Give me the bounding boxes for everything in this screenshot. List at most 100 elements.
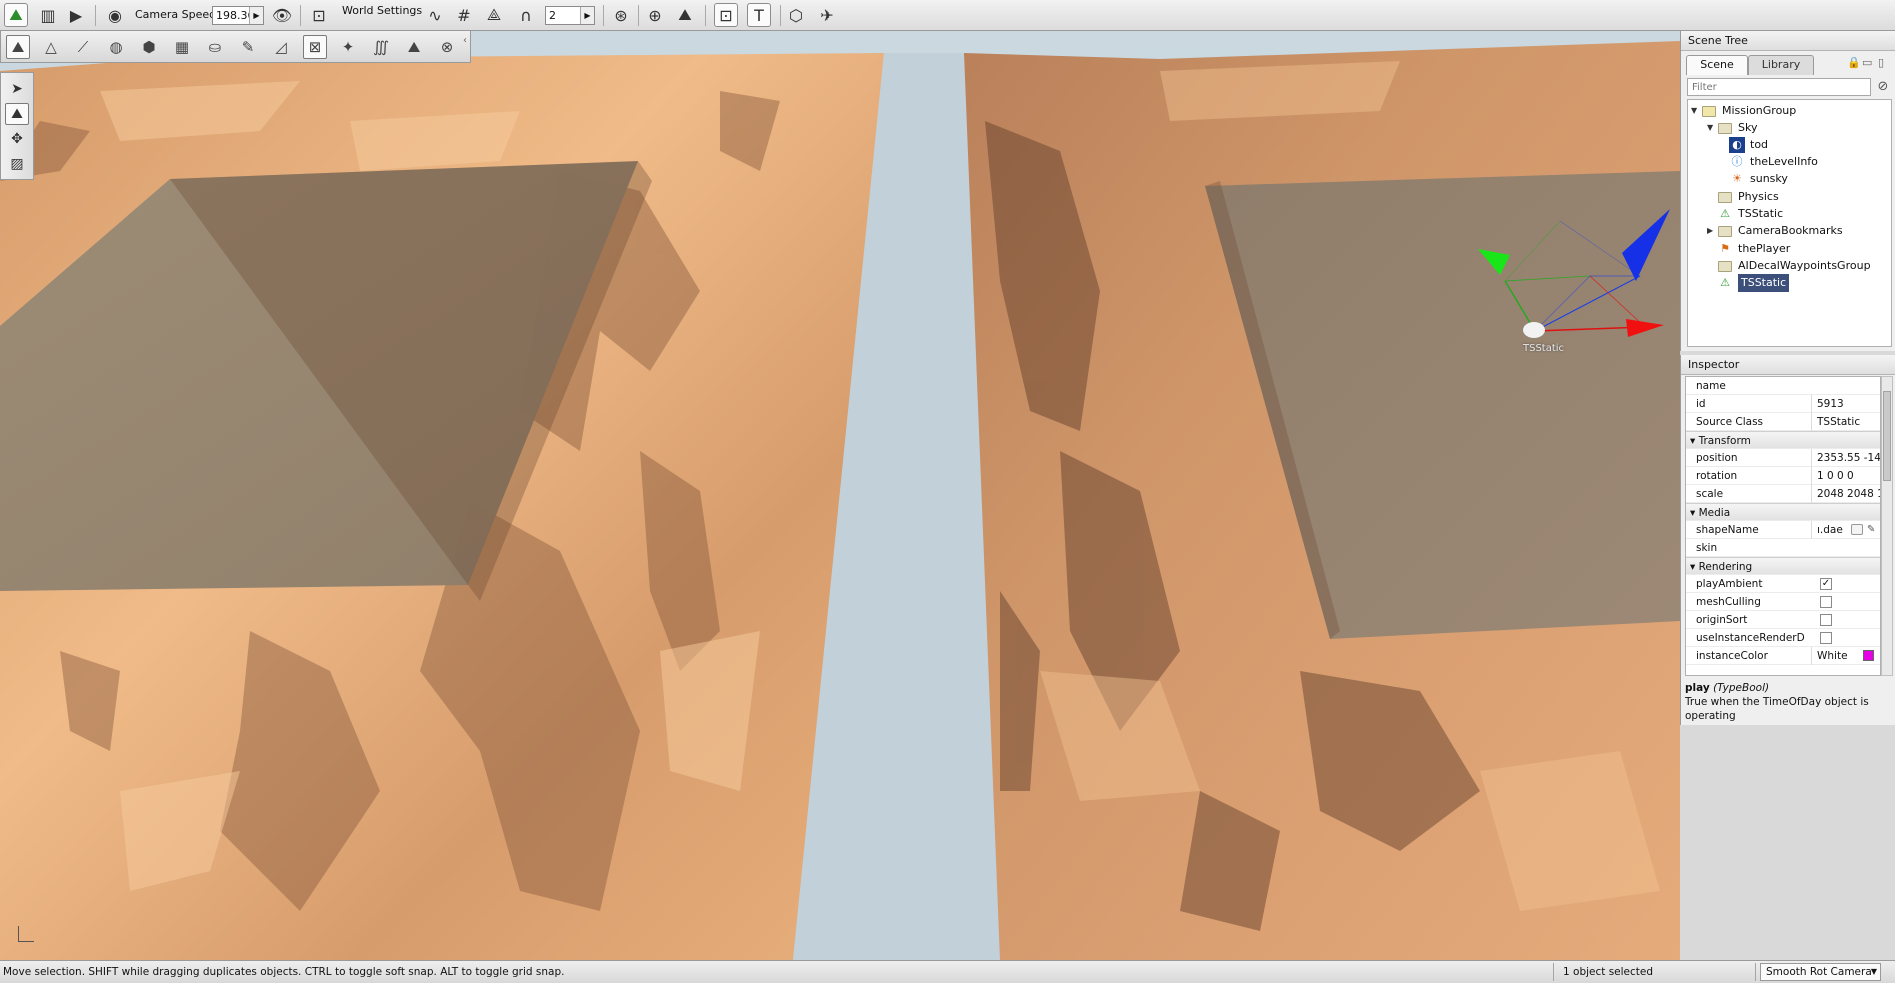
prop-value[interactable]: 2353.55 -14: bbox=[1811, 449, 1880, 467]
collapse-arrow-icon[interactable]: ▾ bbox=[1690, 561, 1699, 573]
prop-scale[interactable]: scale 2048 2048 1 bbox=[1686, 485, 1880, 503]
lower-height-tool-icon[interactable]: ⟋ bbox=[71, 35, 95, 59]
play-ambient-checkbox[interactable]: ✓ bbox=[1820, 578, 1832, 590]
mesh-tool-icon[interactable]: ⊗ bbox=[435, 35, 459, 59]
terrain-editor-icon[interactable]: ⛰ bbox=[5, 103, 29, 125]
camera-speed-arrow-icon[interactable]: ▶ bbox=[249, 7, 263, 24]
inspector-scroll-thumb[interactable] bbox=[1883, 391, 1891, 481]
prop-rotation[interactable]: rotation 1 0 0 0 bbox=[1686, 467, 1880, 485]
prop-play-ambient[interactable]: playAmbient ✓ bbox=[1686, 575, 1880, 593]
selection-bounds-icon[interactable]: ⊡ bbox=[714, 3, 738, 27]
group-transform[interactable]: ▾ Transform bbox=[1686, 431, 1880, 449]
prop-id[interactable]: id 5913 bbox=[1686, 395, 1880, 413]
chevron-down-icon[interactable]: ▼ bbox=[1871, 964, 1877, 980]
prop-mesh-culling[interactable]: meshCulling bbox=[1686, 593, 1880, 611]
prop-instance-color[interactable]: instanceColor White bbox=[1686, 647, 1880, 665]
toolbar-grip-icon[interactable]: ‹ bbox=[463, 35, 468, 59]
object-center-icon[interactable]: ⊕ bbox=[643, 3, 667, 27]
collapse-arrow-icon[interactable]: ▾ bbox=[1690, 435, 1699, 447]
tab-scene[interactable]: Scene bbox=[1686, 55, 1748, 75]
tree-node-physics[interactable]: Physics bbox=[1717, 188, 1779, 206]
play-icon[interactable]: ▶ bbox=[64, 3, 88, 27]
smooth-tool-icon[interactable]: ◍ bbox=[104, 35, 128, 59]
clear-terrain-tool-icon[interactable]: ⊠ bbox=[303, 35, 327, 59]
prop-origin-sort[interactable]: originSort bbox=[1686, 611, 1880, 629]
camera-mode-select[interactable]: Smooth Rot Camera ▼ bbox=[1760, 963, 1881, 981]
inspector-property-grid[interactable]: name id 5913 Source Class TSStatic ▾ Tra… bbox=[1685, 376, 1881, 676]
prop-shape-name[interactable]: shapeName ı.dae ✎ bbox=[1686, 521, 1880, 539]
export-icon[interactable]: ✈ bbox=[815, 3, 839, 27]
raise-height-tool-icon[interactable]: △ bbox=[39, 35, 63, 59]
delete-icon[interactable]: ▯ bbox=[1878, 56, 1884, 69]
expand-arrow-icon[interactable]: ▶ bbox=[1707, 222, 1717, 240]
text-label-icon[interactable]: T bbox=[747, 3, 771, 27]
snap-size-field[interactable]: 2 ▶ bbox=[545, 6, 595, 25]
collapse-arrow-icon[interactable]: ▼ bbox=[1707, 119, 1717, 137]
tree-node-missiongroup[interactable]: ▼ MissionGroup bbox=[1691, 102, 1796, 120]
clear-filter-icon[interactable]: ⊘ bbox=[1875, 78, 1891, 96]
grid-snap-icon[interactable]: # bbox=[452, 3, 476, 27]
move-tool-icon[interactable]: ✥ bbox=[5, 128, 29, 150]
terrain-select-tool-icon[interactable]: ⛰ bbox=[6, 35, 30, 59]
inspector-scrollbar[interactable] bbox=[1881, 376, 1893, 676]
prop-value[interactable]: ı.dae bbox=[1811, 521, 1849, 539]
terrain-drop-icon[interactable]: ⛰ bbox=[673, 3, 697, 27]
browse-file-icon[interactable] bbox=[1851, 524, 1863, 535]
prop-position[interactable]: position 2353.55 -14: bbox=[1686, 449, 1880, 467]
snap-to-terrain-icon[interactable]: ∿ bbox=[423, 3, 447, 27]
prop-value[interactable]: 1 0 0 0 bbox=[1811, 467, 1880, 485]
prop-source-class[interactable]: Source Class TSStatic bbox=[1686, 413, 1880, 431]
material-tool-icon[interactable]: ▨ bbox=[5, 153, 29, 175]
set-height-tool-icon[interactable]: ⛀ bbox=[203, 35, 227, 59]
world-editor-icon[interactable]: ⛰ bbox=[4, 3, 28, 27]
fit-selection-icon[interactable]: ⊛ bbox=[609, 3, 633, 27]
flatten-tool-icon[interactable]: ⬢ bbox=[137, 35, 161, 59]
paint-noise-tool-icon[interactable]: ▦ bbox=[170, 35, 194, 59]
bounds-snap-icon[interactable]: ⟁ bbox=[482, 3, 506, 27]
tree-node-aidecalwaypointsgroup[interactable]: AIDecalWaypointsGroup bbox=[1717, 257, 1871, 275]
snap-size-arrow-icon[interactable]: ▶ bbox=[580, 7, 594, 24]
camera-speed-field[interactable]: 198.36 ▶ bbox=[212, 6, 264, 25]
mesh-culling-checkbox[interactable] bbox=[1820, 596, 1832, 608]
scene-tree-list[interactable]: ▼ MissionGroup ▼ Sky ◐ tod ⓘ theLevelInf… bbox=[1687, 99, 1892, 347]
instance-color-swatch[interactable] bbox=[1863, 650, 1874, 661]
prop-value[interactable]: White bbox=[1811, 647, 1855, 665]
origin-sort-checkbox[interactable] bbox=[1820, 614, 1832, 626]
scene-filter-input[interactable] bbox=[1687, 78, 1871, 96]
tree-node-theplayer[interactable]: ⚑ thePlayer bbox=[1717, 240, 1790, 258]
tree-node-sky[interactable]: ▼ Sky bbox=[1707, 119, 1757, 137]
tree-node-thelevelinfo[interactable]: ⓘ theLevelInfo bbox=[1729, 153, 1818, 171]
prop-use-instance-render[interactable]: useInstanceRenderD bbox=[1686, 629, 1880, 647]
tree-node-camerabookmarks[interactable]: ▶ CameraBookmarks bbox=[1707, 222, 1843, 240]
tab-library[interactable]: Library bbox=[1748, 55, 1814, 75]
adjust-height-tool-icon[interactable]: ✦ bbox=[336, 35, 360, 59]
prop-skin[interactable]: skin bbox=[1686, 539, 1880, 557]
tree-node-sunsky[interactable]: ☀ sunsky bbox=[1729, 170, 1788, 188]
world-settings-label[interactable]: World Settings bbox=[342, 4, 422, 17]
select-arrow-icon[interactable]: ➤ bbox=[5, 78, 29, 100]
collapse-arrow-icon[interactable]: ▾ bbox=[1690, 507, 1699, 519]
slope-tool-icon[interactable]: ◿ bbox=[269, 35, 293, 59]
magnet-icon[interactable]: ∩ bbox=[514, 3, 538, 27]
tree-node-tod[interactable]: ◐ tod bbox=[1729, 136, 1768, 154]
erosion-tool-icon[interactable]: ∭ bbox=[369, 35, 393, 59]
group-rendering[interactable]: ▾ Rendering bbox=[1686, 557, 1880, 575]
prop-name[interactable]: name bbox=[1686, 377, 1880, 395]
shape-library-icon[interactable]: ⬡ bbox=[784, 3, 808, 27]
tree-node-tsstatic[interactable]: ⚠ TSStatic bbox=[1717, 205, 1783, 223]
gizmo-center[interactable] bbox=[1523, 322, 1545, 338]
visibility-eye-icon[interactable]: 👁 bbox=[270, 3, 294, 27]
frame-selection-icon[interactable]: ⊡ bbox=[307, 3, 331, 27]
lock-icon[interactable]: 🔒 bbox=[1847, 56, 1861, 69]
new-group-icon[interactable]: ▭ bbox=[1862, 56, 1872, 69]
editor-panels-icon[interactable]: ▥ bbox=[36, 3, 60, 27]
tree-node-tsstatic-selected[interactable]: ⚠ TSStatic bbox=[1717, 274, 1790, 292]
paint-tool-icon[interactable]: ✎ bbox=[236, 35, 260, 59]
3d-viewport[interactable]: TSStatic bbox=[0, 31, 1680, 960]
grade-tool-icon[interactable]: ⛰ bbox=[402, 35, 426, 59]
group-media[interactable]: ▾ Media bbox=[1686, 503, 1880, 521]
edit-shape-icon[interactable]: ✎ bbox=[1867, 521, 1875, 539]
collapse-arrow-icon[interactable]: ▼ bbox=[1691, 102, 1701, 120]
use-instance-checkbox[interactable] bbox=[1820, 632, 1832, 644]
terrain-scene[interactable] bbox=[0, 31, 1680, 960]
